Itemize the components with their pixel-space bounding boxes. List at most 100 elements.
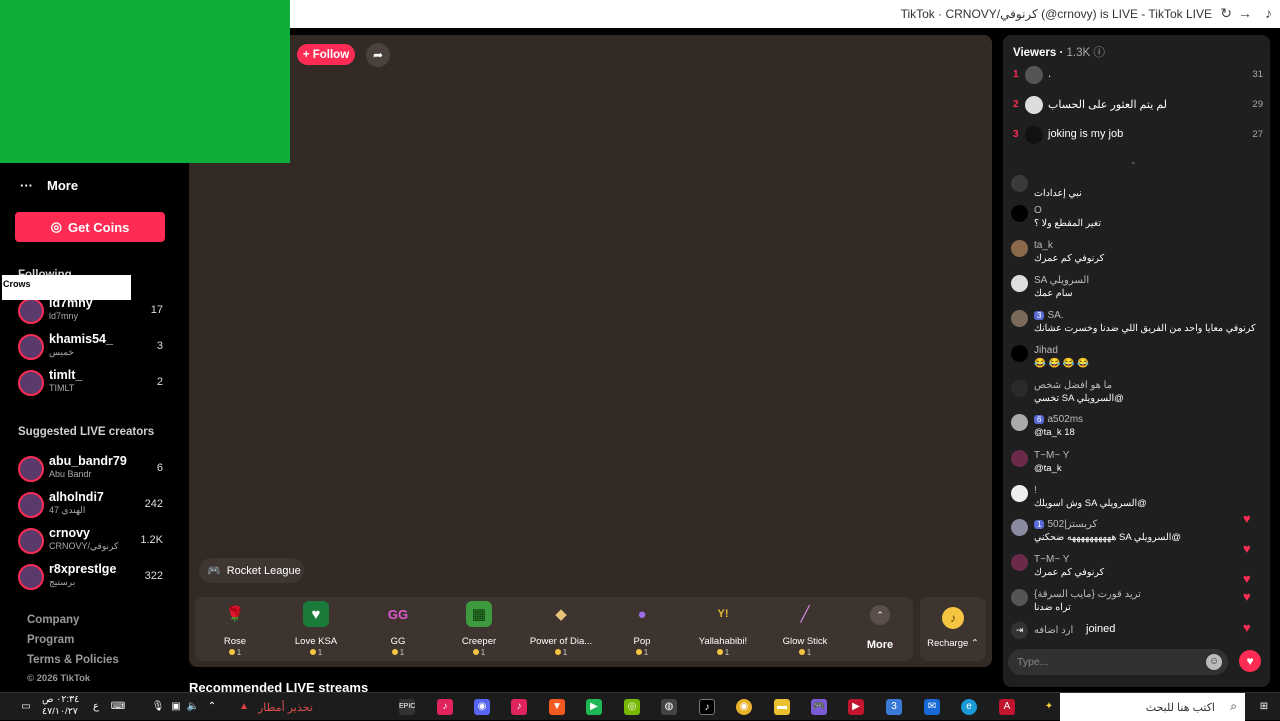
streaming-app-icon[interactable]: ▶ xyxy=(586,699,602,715)
sparkle-icon[interactable]: ✦ xyxy=(1041,699,1057,715)
viewers-header[interactable]: Viewers · 1.3K ⓘ xyxy=(1013,44,1105,60)
glow-stick-icon: ╱ xyxy=(800,606,810,623)
gamepad-icon: 🎮 xyxy=(207,565,221,577)
share-icon[interactable]: ➦ xyxy=(366,43,390,67)
gift-item[interactable]: ▦ Creeper 1 xyxy=(439,601,519,657)
heart-icon: ♥ xyxy=(1243,571,1251,586)
reload-icon[interactable]: ↻ xyxy=(1220,5,1232,22)
clock-time[interactable]: ٠٢:٣٤ ص xyxy=(42,694,79,705)
viewer-count: 3 xyxy=(156,340,163,352)
notification-icon[interactable]: ▭ xyxy=(18,699,34,715)
game-app-icon[interactable]: 🎮 xyxy=(811,699,827,715)
chat-user[interactable]: 1 كريستز|502 xyxy=(1034,519,1097,530)
avatar xyxy=(18,370,44,396)
footer-terms-link[interactable]: Terms & Policies xyxy=(27,654,119,666)
obs-icon[interactable]: ◍ xyxy=(661,699,677,715)
outlook-icon[interactable]: ✉ xyxy=(924,699,940,715)
windows-start-icon[interactable]: ⊞ xyxy=(1256,699,1272,715)
volume-icon[interactable]: 🔈 xyxy=(185,699,201,715)
tiktok-studio-icon[interactable]: ♪ xyxy=(699,699,715,715)
chat-user[interactable]: 6 a502ms xyxy=(1034,414,1083,425)
forward-icon[interactable]: → xyxy=(1238,5,1252,21)
gift-item[interactable]: 🌹 Rose 1 xyxy=(195,601,275,657)
heart-icon: ♥ xyxy=(1243,541,1251,556)
chat-input[interactable]: Type... xyxy=(1008,649,1228,675)
gift-item[interactable]: Y! Yallahabibi! 1 xyxy=(683,601,763,657)
chat-user[interactable]: ارد اضافه xyxy=(1034,625,1073,636)
gift-item[interactable]: ♥ Love KSA 1 xyxy=(276,601,356,657)
following-item[interactable]: ld7mny ld7mny 17 xyxy=(18,296,163,328)
like-heart-button[interactable]: ♥ xyxy=(1239,650,1261,672)
recharge-button[interactable]: ♪ Recharge ⌃ xyxy=(920,597,986,661)
language-icon[interactable]: ع xyxy=(88,699,104,715)
chat-text: سام عمك xyxy=(1034,288,1073,299)
chevron-up-icon[interactable]: ⌃ xyxy=(204,699,220,715)
footer-program-link[interactable]: Program xyxy=(27,634,74,646)
weather-text[interactable]: تحذير أمطار xyxy=(258,701,313,714)
more-dots-icon: ··· xyxy=(20,178,33,193)
game-tag[interactable]: 🎮 Rocket League xyxy=(199,558,304,583)
following-item[interactable]: khamis54_ خميس 3 xyxy=(18,332,163,364)
gift-item[interactable]: ● Pop 1 xyxy=(602,601,682,658)
edge-icon[interactable]: e xyxy=(961,699,977,715)
nvidia-icon[interactable]: ◎ xyxy=(624,699,640,715)
avatar xyxy=(1025,126,1043,144)
avatar xyxy=(1011,380,1028,397)
emoji-icon[interactable]: ☺ xyxy=(1206,654,1222,670)
epic-games-icon[interactable]: EPIC xyxy=(399,699,415,715)
chat-user[interactable]: SA السرويلي xyxy=(1034,275,1089,286)
chevron-down-icon[interactable]: ⌄ xyxy=(1130,157,1137,166)
live-video[interactable] xyxy=(189,35,992,667)
suggested-item[interactable]: alholndi7 47 الهندي 242 xyxy=(18,490,163,522)
gift-item[interactable]: GG GG 1 xyxy=(358,601,438,658)
network-icon[interactable]: ▣ xyxy=(168,699,184,715)
clock-date[interactable]: ٤٧/١٠/٢٧ xyxy=(42,706,78,717)
video-app-icon[interactable]: ▶ xyxy=(848,699,864,715)
suggested-item[interactable]: crnovy CRNOVY/كرنوفي 1.2K xyxy=(18,526,163,558)
top-viewer[interactable]: 3 joking is my job 27 xyxy=(1013,125,1263,145)
taskbar-search[interactable]: اكتب هنا للبحث ⌕ xyxy=(1060,693,1245,721)
avatar xyxy=(1011,275,1028,292)
gift-item[interactable]: ◆ Power of Dia... 1 xyxy=(521,601,601,657)
following-item[interactable]: timlt_ TIMLT 2 xyxy=(18,368,163,400)
discord-icon[interactable]: ◉ xyxy=(474,699,490,715)
viewer-count: 242 xyxy=(144,498,163,510)
top-viewer[interactable]: 2 لم يتم العثور على الحساب 29 xyxy=(1013,95,1263,115)
sidebar-more[interactable]: ··· More xyxy=(20,178,78,193)
top-viewer[interactable]: 1 . 31 xyxy=(1013,65,1263,85)
brave-icon[interactable]: ▼ xyxy=(549,699,565,715)
tiktok-live-icon[interactable]: ♪ xyxy=(511,699,527,715)
keyboard-icon[interactable]: ⌨ xyxy=(110,699,126,715)
tiktok-app-icon[interactable]: ♪ xyxy=(437,699,453,715)
chat-user[interactable]: Jihad xyxy=(1034,345,1058,356)
avatar xyxy=(1011,589,1028,606)
viewer-count: 2 xyxy=(156,376,163,388)
microphone-icon[interactable]: 🎙 xyxy=(150,699,166,715)
suggested-item[interactable]: r8xprestlge برستيج 322 xyxy=(18,562,163,594)
gift-name: GG xyxy=(390,636,406,647)
follow-button[interactable]: + Follow xyxy=(297,44,355,65)
recharge-label: Recharge xyxy=(927,638,969,649)
chat-user[interactable]: T~M~ Y xyxy=(1034,450,1069,461)
gift-price: 1 xyxy=(195,648,275,657)
chat-user[interactable]: تريد قورت {مايب السرقة} xyxy=(1034,589,1141,600)
gift-item[interactable]: ╱ Glow Stick 1 xyxy=(765,601,845,657)
chat-user[interactable]: ما هو افضل شخص xyxy=(1034,380,1112,391)
app-3-icon[interactable]: 3 xyxy=(886,699,902,715)
chat-user[interactable]: ! xyxy=(1034,485,1037,496)
chat-user[interactable]: ta_k xyxy=(1034,240,1053,251)
suggested-item[interactable]: abu_bandr79 Abu Bandr 6 xyxy=(18,454,163,486)
chrome-icon[interactable]: ◉ xyxy=(736,699,752,715)
chat-user[interactable]: O xyxy=(1034,205,1042,216)
user-sub: CRNOVY/كرنوفي xyxy=(49,541,119,551)
get-coins-label: Get Coins xyxy=(67,219,130,235)
adobe-icon[interactable]: A xyxy=(999,699,1015,715)
footer-company-link[interactable]: Company xyxy=(27,614,79,626)
more-gifts-button[interactable]: ⌃ More xyxy=(856,605,904,651)
chat-user[interactable]: 3 SA. xyxy=(1034,310,1064,321)
avatar xyxy=(18,334,44,360)
chat-user[interactable]: T~M~ Y xyxy=(1034,554,1069,565)
viewer-rank: 2 xyxy=(1013,99,1019,110)
get-coins-button[interactable]: ◎ Get Coins xyxy=(15,212,165,242)
file-explorer-icon[interactable]: ▬ xyxy=(774,699,790,715)
